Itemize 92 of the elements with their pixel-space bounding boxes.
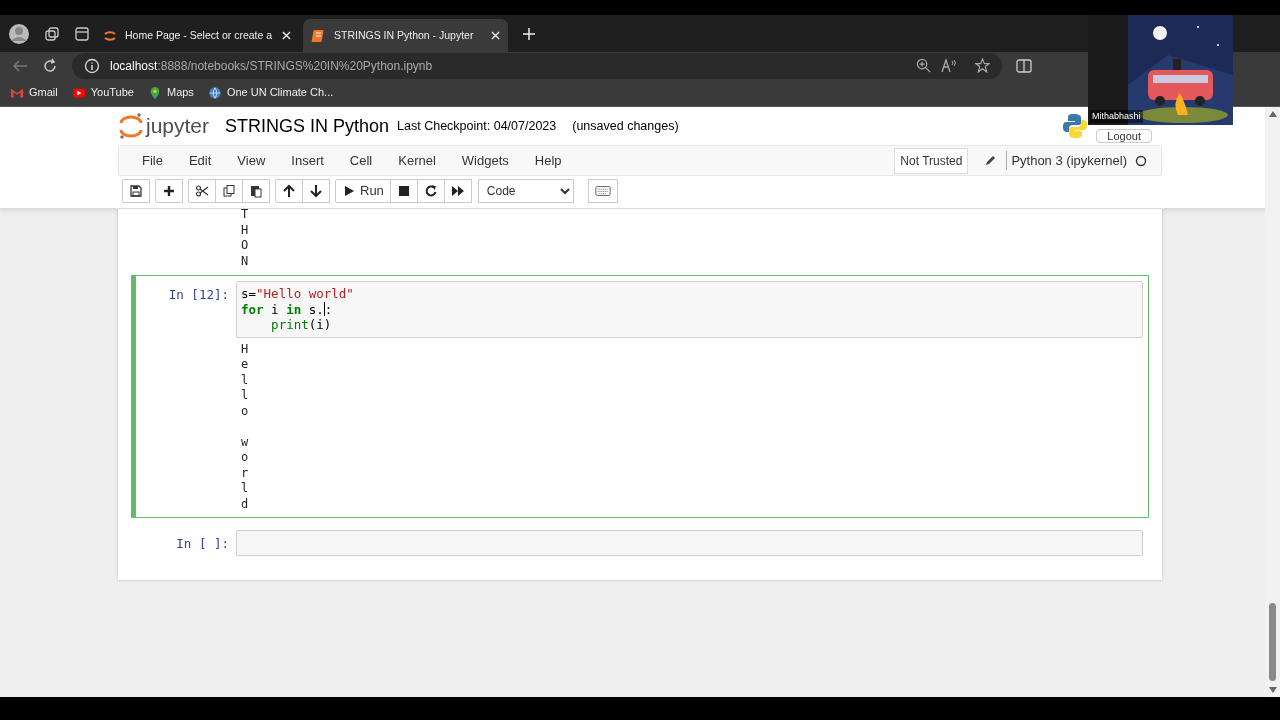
output-text: l (241, 388, 249, 404)
workspaces-icon[interactable] (44, 25, 60, 42)
run-button[interactable]: Run (335, 179, 391, 203)
tab-title: STRINGS IN Python - Jupyter (334, 27, 475, 43)
output-text: l (241, 481, 249, 497)
copy-icon (222, 184, 236, 198)
star-icon[interactable] (975, 58, 990, 73)
close-icon[interactable] (491, 31, 500, 40)
copy-button[interactable] (215, 179, 243, 203)
input-prompt: In [12]: (167, 286, 230, 304)
play-icon (342, 184, 356, 198)
url-text: localhost:8888/notebooks/STRINGS%20IN%20Python.ipynb (110, 57, 434, 75)
split-screen-icon[interactable] (1016, 58, 1032, 73)
arrow-down-icon (309, 184, 323, 198)
keyboard-icon (594, 185, 611, 197)
output-text: H (241, 341, 249, 358)
stop-button[interactable] (389, 179, 418, 203)
back-icon[interactable] (12, 58, 28, 73)
new-tab-icon[interactable] (522, 26, 536, 41)
input-prompt: In [ ]: (175, 535, 230, 554)
output-text: l (241, 372, 249, 389)
tab-title: Home Page - Select or create a (125, 27, 274, 43)
bookmark[interactable]: Maps (147, 84, 194, 101)
address-bar[interactable]: localhost:8888/notebooks/STRINGS%20IN%20Python.ipynb (72, 52, 1002, 79)
logout-button[interactable]: Logout (1096, 129, 1152, 143)
output-text: o (241, 450, 249, 466)
output-text: H (241, 222, 249, 238)
output-text: w (241, 434, 249, 451)
output-text: r (241, 465, 249, 482)
save-button[interactable] (122, 179, 150, 203)
bookmark-label: One UN Climate Ch... (226, 85, 334, 101)
keyboard-button[interactable] (587, 179, 618, 203)
menu-item[interactable]: Cell (336, 150, 386, 171)
output-text: O (241, 238, 249, 254)
trust-indicator[interactable]: Not Trusted (894, 147, 969, 174)
plus-icon (162, 184, 176, 198)
tab-actions-icon[interactable] (74, 25, 90, 42)
fast-forward-button[interactable] (443, 179, 472, 203)
read-aloud-icon[interactable] (941, 58, 957, 73)
output-text: e (241, 357, 249, 373)
menu-item[interactable]: View (224, 150, 279, 171)
paste-button[interactable] (242, 179, 270, 203)
scroll-down-icon[interactable] (1268, 687, 1277, 693)
jupyter-wordmark[interactable]: jupyter (146, 110, 210, 142)
bookmark-label: Maps (166, 85, 194, 101)
menu-item[interactable]: Kernel (385, 150, 449, 171)
cell-type-dropdown[interactable]: Code (477, 179, 574, 203)
scissors-icon (195, 184, 209, 198)
menu-item[interactable]: Widgets (448, 150, 522, 171)
stop-icon (396, 184, 411, 198)
arrow-down-button[interactable] (302, 179, 330, 203)
save-icon (129, 184, 143, 198)
browser-tab[interactable]: STRINGS IN Python - Jupyter (303, 19, 508, 52)
plus-button[interactable] (155, 179, 183, 203)
python-logo-icon (1062, 113, 1089, 139)
scissors-button[interactable] (188, 179, 216, 203)
output-text: T (241, 209, 249, 223)
bookmark[interactable]: Gmail (10, 84, 58, 101)
kernel-name[interactable]: Python 3 (ipykernel) (1006, 150, 1127, 171)
menu-item[interactable]: Edit (175, 150, 225, 171)
restart-button[interactable] (416, 179, 445, 203)
arrow-up-icon (282, 184, 296, 198)
close-icon[interactable] (282, 31, 291, 40)
menu-item[interactable]: Insert (278, 150, 337, 171)
bookmark[interactable]: One UN Climate Ch... (207, 84, 334, 101)
profile-icon[interactable] (8, 22, 30, 45)
output-text: N (241, 253, 249, 269)
reload-icon[interactable] (42, 57, 58, 74)
zoom-icon[interactable] (916, 58, 931, 73)
globe-icon (207, 85, 222, 100)
checkpoint-text: Last Checkpoint: 04/07/2023 (397, 117, 557, 135)
jupyter-logo-icon[interactable] (118, 112, 144, 140)
bookmark-label: YouTube (90, 85, 134, 101)
fast-forward-icon (450, 184, 465, 198)
menu-item[interactable]: File (129, 150, 176, 171)
browser-tab[interactable]: Home Page - Select or create a (94, 19, 299, 52)
arrow-up-button[interactable] (275, 179, 303, 203)
pencil-icon[interactable] (984, 154, 997, 167)
bookmark[interactable]: YouTube (71, 84, 134, 101)
output-text: d (241, 496, 249, 513)
autosave-status: (unsaved changes) (572, 117, 679, 135)
bookmark-label: Gmail (29, 85, 58, 101)
participant-name: Mithabhashi (1090, 109, 1143, 123)
menu-item[interactable]: Help (521, 150, 575, 171)
scroll-up-icon[interactable] (1268, 111, 1277, 117)
notebook-title[interactable]: STRINGS IN Python (225, 112, 390, 140)
info-icon[interactable] (84, 57, 100, 74)
paste-icon (249, 184, 263, 198)
code-editor[interactable]: s="Hello world" for i in s.: print(i) (236, 281, 1143, 338)
output-text: o (241, 403, 249, 420)
restart-icon (423, 184, 438, 198)
scroll-thumb[interactable] (1269, 603, 1276, 681)
